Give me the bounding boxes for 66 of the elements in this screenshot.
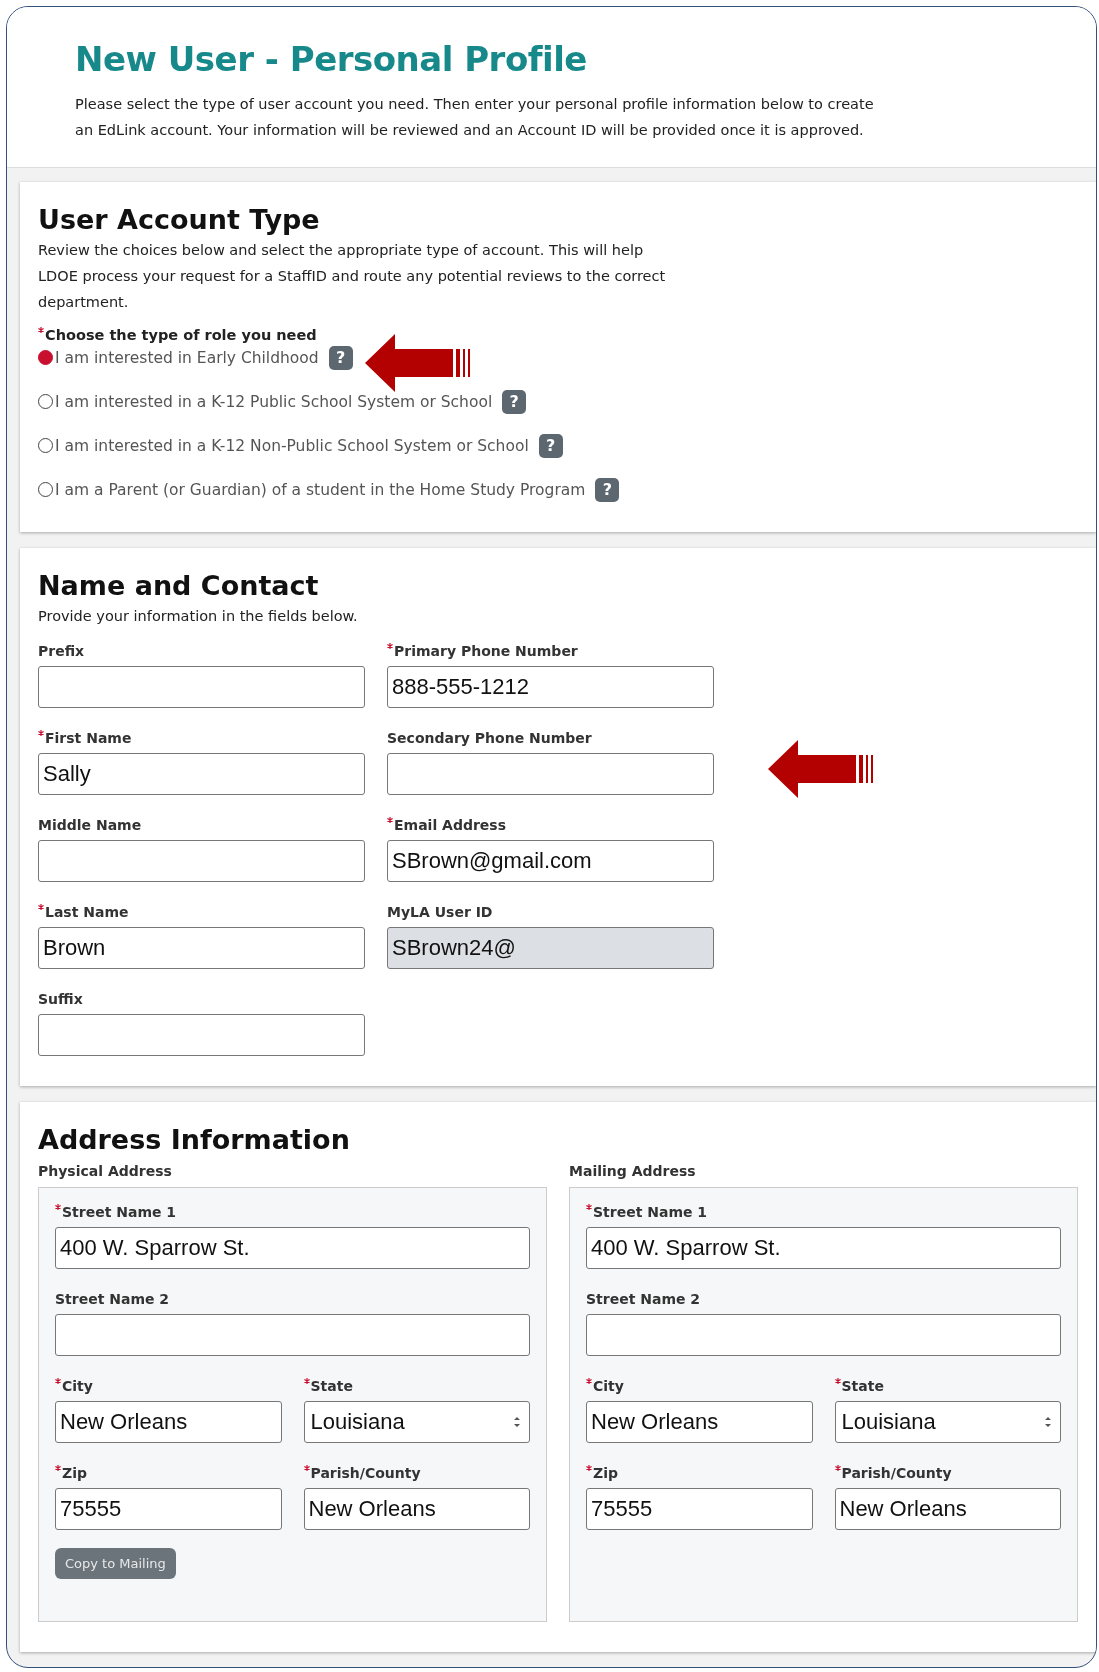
- updown-chevron-icon: [1044, 1415, 1052, 1429]
- input-field[interactable]: Brown: [38, 927, 365, 969]
- section-heading: User Account Type: [38, 204, 321, 235]
- panel-title: Mailing Address: [569, 1163, 697, 1179]
- field-label: City: [593, 1378, 624, 1395]
- help-button[interactable]: ?: [328, 345, 353, 370]
- field-label: Parish/County: [310, 1465, 421, 1482]
- input-field[interactable]: Sally: [38, 753, 365, 795]
- field-label: First Name: [45, 730, 132, 747]
- help-button[interactable]: ?: [595, 477, 620, 502]
- radio-button[interactable]: [38, 350, 53, 365]
- field-label: State: [310, 1378, 353, 1395]
- input-field[interactable]: [586, 1314, 1061, 1356]
- section-description: Review the choices below and select the appropriate type of account. This will help LDOE process your request for a StaffID and route any potential reviews to the correct department.: [38, 241, 667, 312]
- input-field[interactable]: [38, 666, 365, 708]
- help-button[interactable]: ?: [502, 389, 527, 414]
- input-field[interactable]: [38, 840, 365, 882]
- radio-button[interactable]: [38, 482, 53, 497]
- field-label: Email Address: [394, 817, 506, 834]
- section-heading: Name and Contact: [38, 570, 320, 601]
- intro-text: Please select the type of user account you need. Then enter your personal profile information below to create an EdLink account. Your information will be reviewed and an Account ID will be provided once it is approved.: [75, 95, 875, 140]
- field-label: Prefix: [38, 643, 85, 660]
- state-select[interactable]: Louisiana: [303, 1401, 530, 1443]
- field-label: Zip: [62, 1465, 87, 1482]
- input-field[interactable]: New Orleans: [834, 1488, 1061, 1530]
- input-field[interactable]: [55, 1314, 530, 1356]
- section-description: Provide your information in the fields below.: [38, 607, 359, 626]
- field-label: Parish/County: [841, 1465, 952, 1482]
- field-label: Primary Phone Number: [394, 643, 578, 660]
- field-label: Zip: [593, 1465, 618, 1482]
- field-label: MyLA User ID: [387, 904, 493, 921]
- updown-chevron-icon: [513, 1415, 521, 1429]
- question-label: Choose the type of role you need: [45, 327, 317, 343]
- input-field[interactable]: SBrown@gmail.com: [387, 840, 714, 882]
- input-field[interactable]: 400 W. Sparrow St.: [586, 1227, 1061, 1269]
- state-select[interactable]: Louisiana: [834, 1401, 1061, 1443]
- field-label: Street Name 2: [55, 1291, 170, 1308]
- field-label: Last Name: [45, 904, 129, 921]
- help-button[interactable]: ?: [538, 433, 563, 458]
- radio-button[interactable]: [38, 438, 53, 453]
- field-label: Street Name 1: [62, 1204, 177, 1221]
- input-field[interactable]: 75555: [55, 1488, 282, 1530]
- field-label: Street Name 1: [593, 1204, 708, 1221]
- field-label: Street Name 2: [586, 1291, 701, 1308]
- field-label: Middle Name: [38, 817, 142, 834]
- copy-button[interactable]: Copy to Mailing: [55, 1548, 176, 1579]
- input-field[interactable]: 888-555-1212: [387, 666, 714, 708]
- input-field[interactable]: [38, 1014, 365, 1056]
- section-heading: Address Information: [38, 1124, 351, 1155]
- page-title: New User - Personal Profile: [75, 39, 588, 79]
- input-field[interactable]: New Orleans: [55, 1401, 282, 1443]
- field-label: Secondary Phone Number: [387, 730, 592, 747]
- field-label: Suffix: [38, 991, 83, 1008]
- input-field[interactable]: 75555: [586, 1488, 813, 1530]
- input-field[interactable]: New Orleans: [586, 1401, 813, 1443]
- role-option[interactable]: I am interested in a K-12 Public School System or School ?: [38, 389, 1078, 414]
- radio-button[interactable]: [38, 394, 53, 409]
- field-label: State: [841, 1378, 884, 1395]
- input-field[interactable]: New Orleans: [303, 1488, 530, 1530]
- role-option[interactable]: I am interested in a K-12 Non-Public School System or School ?: [38, 433, 1078, 458]
- input-field[interactable]: [387, 753, 714, 795]
- field-label: City: [62, 1378, 93, 1395]
- panel-title: Physical Address: [38, 1163, 173, 1179]
- input-field[interactable]: 400 W. Sparrow St.: [55, 1227, 530, 1269]
- role-option[interactable]: I am a Parent (or Guardian) of a student in the Home Study Program ?: [38, 477, 1078, 502]
- role-option[interactable]: I am interested in Early Childhood ?: [38, 345, 1078, 370]
